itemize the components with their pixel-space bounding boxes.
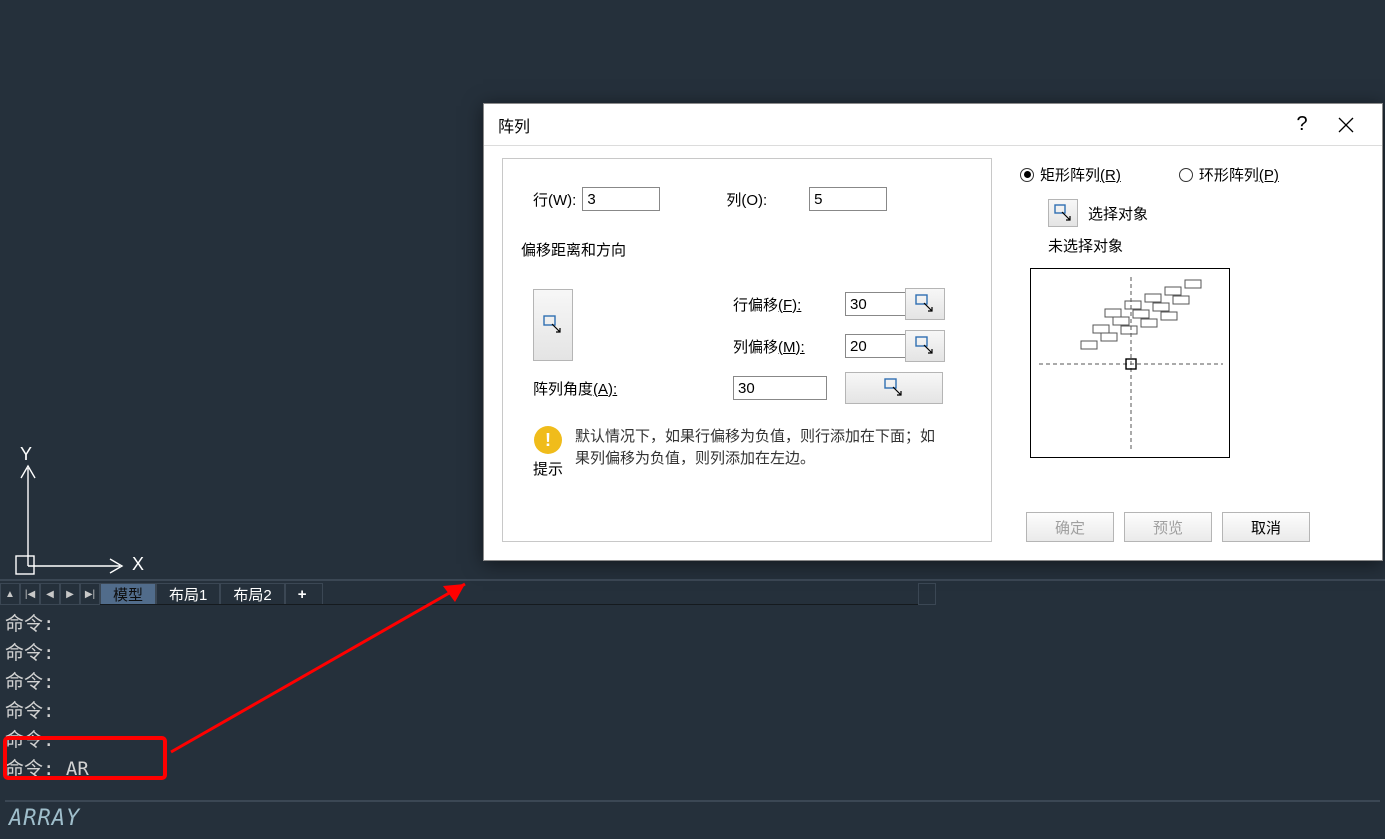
- radio-polar-array[interactable]: 环形阵列(P): [1179, 164, 1279, 185]
- close-icon: [1337, 116, 1355, 134]
- nav-next-button[interactable]: ▶: [60, 583, 80, 605]
- pick-cursor-icon: [542, 314, 564, 336]
- pick-cursor-icon: [1053, 203, 1073, 223]
- tab-layout1[interactable]: 布局1: [156, 583, 220, 604]
- tab-layout2[interactable]: 布局2: [220, 583, 284, 604]
- tip-label: 提示: [533, 458, 563, 479]
- command-input-text: ARRAY: [9, 806, 80, 831]
- array-preview: [1030, 268, 1230, 458]
- cmd-line-2: 命令:: [5, 639, 1380, 668]
- pick-both-offset-button[interactable]: [533, 289, 573, 361]
- rows-label: 行(W):: [533, 189, 576, 210]
- command-history: 命令: 命令: 命令: 命令: 命令: 命令: AR: [5, 610, 1380, 784]
- layout-tab-bar: ▲ |◀ ◀ ▶ ▶| 模型 布局1 布局2 +: [0, 583, 920, 605]
- preview-button[interactable]: 预览: [1124, 512, 1212, 542]
- array-dialog: 阵列 ? 行(W): 列(O): 偏移距离和方向 行偏移(F):: [483, 103, 1383, 561]
- preview-illustration-icon: [1031, 269, 1231, 459]
- svg-text:X: X: [132, 554, 144, 574]
- pick-col-offset-button[interactable]: [905, 330, 945, 362]
- row-offset-label: 行偏移(F):: [733, 294, 833, 315]
- radio-on-icon: [1020, 168, 1034, 182]
- offset-title: 偏移距离和方向: [521, 239, 973, 260]
- pick-cursor-icon: [914, 293, 936, 315]
- tab-model[interactable]: 模型: [100, 583, 156, 604]
- radio-rect-array[interactable]: 矩形阵列(R): [1020, 164, 1121, 185]
- col-offset-label: 列偏移(M):: [733, 336, 833, 357]
- cmd-line-6: 命令: AR: [5, 755, 1380, 784]
- cmd-line-3: 命令:: [5, 668, 1380, 697]
- radio-off-icon: [1179, 168, 1193, 182]
- cmd-line-4: 命令:: [5, 697, 1380, 726]
- nav-first-button[interactable]: |◀: [20, 583, 40, 605]
- dialog-titlebar: 阵列 ?: [484, 104, 1382, 146]
- pick-cursor-icon: [914, 335, 936, 357]
- dialog-title: 阵列: [498, 113, 530, 137]
- cmd-line-5: 命令:: [5, 726, 1380, 755]
- pick-row-offset-button[interactable]: [905, 288, 945, 320]
- svg-text:Y: Y: [20, 444, 32, 464]
- cmd-line-1: 命令:: [5, 610, 1380, 639]
- help-button[interactable]: ?: [1280, 105, 1324, 145]
- ok-button[interactable]: 确定: [1026, 512, 1114, 542]
- select-objects-button[interactable]: [1048, 199, 1078, 227]
- ucs-axis-icon: Y X: [14, 448, 144, 578]
- nav-last-button[interactable]: ▶|: [80, 583, 100, 605]
- selection-status: 未选择对象: [1048, 235, 1364, 256]
- bulb-icon: !: [534, 426, 562, 454]
- pick-angle-button[interactable]: [845, 372, 943, 404]
- angle-input[interactable]: [733, 376, 827, 400]
- close-button[interactable]: [1324, 105, 1368, 145]
- nav-up-button[interactable]: ▲: [0, 583, 20, 605]
- tab-add[interactable]: +: [285, 583, 323, 604]
- tip-row: ! 提示 默认情况下，如果行偏移为负值，则行添加在下面；如果列偏移为负值，则列添…: [533, 426, 973, 479]
- tip-text: 默认情况下，如果行偏移为负值，则行添加在下面；如果列偏移为负值，则列添加在左边。: [575, 426, 935, 479]
- cancel-button[interactable]: 取消: [1222, 512, 1310, 542]
- command-input-bar[interactable]: ARRAY: [5, 800, 1380, 834]
- angle-label: 阵列角度(A):: [533, 378, 721, 399]
- cols-label: 列(O):: [726, 189, 767, 210]
- tab-scroll-stub: [918, 583, 936, 605]
- nav-prev-button[interactable]: ◀: [40, 583, 60, 605]
- cols-input[interactable]: [809, 187, 887, 211]
- rows-input[interactable]: [582, 187, 660, 211]
- select-objects-label: 选择对象: [1088, 203, 1148, 224]
- offset-groupbox: 行(W): 列(O): 偏移距离和方向 行偏移(F):: [502, 158, 992, 542]
- pick-cursor-icon: [883, 377, 905, 399]
